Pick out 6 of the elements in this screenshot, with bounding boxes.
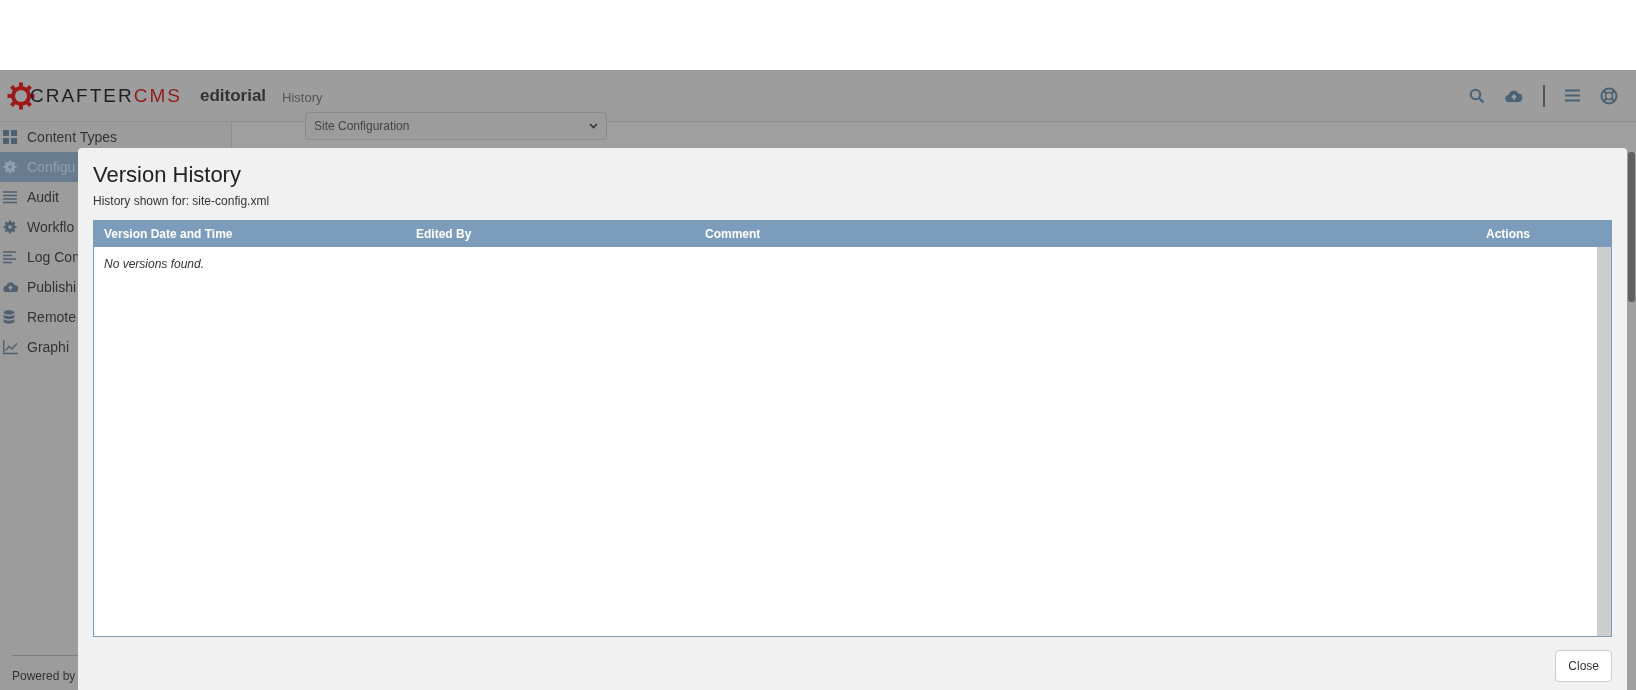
page-title: History [282,89,323,105]
empty-message: No versions found. [104,257,205,271]
logo-text: CRAFTERCMS [30,84,182,107]
footer-text: Powered by [12,669,76,683]
dialog-title: Version History [93,161,242,189]
dialog-subtitle: History shown for: site-config.xml [93,194,271,208]
